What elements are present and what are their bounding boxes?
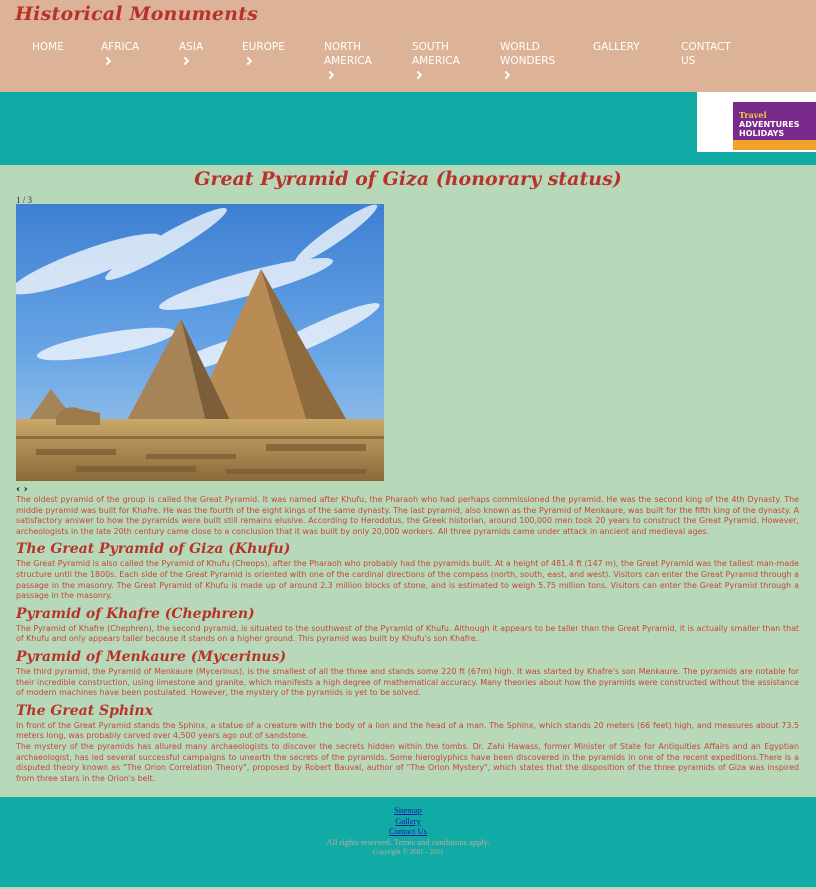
footer-link-gallery[interactable]: Gallery <box>0 816 816 827</box>
nav-item-gallery[interactable]: GALLERY <box>593 40 640 54</box>
footer-link-sitemap[interactable]: Sitemap <box>0 805 816 816</box>
nav-item-label: GALLERY <box>593 41 640 53</box>
nav-item-label: CONTACT US <box>681 41 731 67</box>
section-heading-menkaure: Pyramid of Menkaure (Mycerinus) <box>16 648 287 665</box>
nav-item-label: AFRICA <box>101 41 140 53</box>
travel-ad-banner[interactable]: Travel ADVENTURES HOLIDAYS <box>697 92 816 152</box>
section-paragraph: The third pyramid, the Pyramid of Menkau… <box>16 666 799 698</box>
nav-item-south-america[interactable]: SOUTH AMERICA <box>412 40 474 80</box>
site-footer: Sitemap Gallery Contact Us All rights re… <box>0 797 816 887</box>
ad-line: ADVENTURES <box>739 120 800 129</box>
chevron-right-icon <box>501 70 511 80</box>
article-content: The oldest pyramid of the group is calle… <box>16 495 799 784</box>
slide-next-button[interactable]: › <box>24 484 28 495</box>
chevron-right-icon <box>102 56 112 66</box>
nav-item-contact-us[interactable]: CONTACT US <box>681 40 741 68</box>
pyramids-slide-image <box>16 204 384 481</box>
nav-item-asia[interactable]: ASIA <box>179 40 204 66</box>
slide-prev-button[interactable]: ‹ <box>16 484 20 495</box>
nav-item-label: ASIA <box>179 41 204 53</box>
nav-item-home[interactable]: HOME <box>32 40 64 54</box>
ad-stripe <box>733 140 816 150</box>
chevron-right-icon <box>180 56 190 66</box>
nav-item-north-america[interactable]: NORTH AMERICA <box>324 40 386 80</box>
section-heading-khufu: The Great Pyramid of Giza (Khufu) <box>16 541 291 558</box>
chevron-right-icon <box>413 70 423 80</box>
nav-item-label: WORLD WONDERS <box>500 41 556 67</box>
chevron-right-icon <box>325 70 335 80</box>
site-header: Historical Monuments HOME AFRICA ASIA EU… <box>0 0 816 92</box>
section-heading-sphinx: The Great Sphinx <box>16 702 153 719</box>
section-paragraph: The mystery of the pyramids has allured … <box>16 741 799 783</box>
nav-item-europe[interactable]: EUROPE <box>242 40 285 66</box>
slide-controls: ‹ › <box>16 484 28 495</box>
ad-graphic: Travel ADVENTURES HOLIDAYS <box>733 102 816 150</box>
section-heading-khafre: Pyramid of Khafre (Chephren) <box>16 605 255 622</box>
nav-item-label: HOME <box>32 41 64 53</box>
ad-line: HOLIDAYS <box>739 129 785 138</box>
section-paragraph: The Pyramid of Khafre (Chephren), the se… <box>16 623 799 644</box>
nav-item-label: SOUTH AMERICA <box>412 41 460 67</box>
chevron-right-icon <box>243 56 253 66</box>
footer-copyright: Copyright © 2001 - 2021 <box>372 848 444 856</box>
footer-link-contact-us[interactable]: Contact Us <box>0 826 816 837</box>
intro-paragraph: The oldest pyramid of the group is calle… <box>16 495 799 536</box>
nav-item-world-wonders[interactable]: WORLD WONDERS <box>500 40 564 80</box>
nav-item-africa[interactable]: AFRICA <box>101 40 140 66</box>
site-title[interactable]: Historical Monuments <box>15 3 258 25</box>
section-paragraph: In front of the Great Pyramid stands the… <box>16 720 799 741</box>
pyramids-photo <box>16 204 384 481</box>
main-nav: HOME AFRICA ASIA EUROPE NORTH AMERICA SO… <box>0 40 816 90</box>
ad-line: Travel <box>739 110 767 120</box>
page-title: Great Pyramid of Giza (honorary status) <box>194 168 622 190</box>
footer-rights: All rights reserved. Terms and condition… <box>326 836 490 847</box>
nav-item-label: NORTH AMERICA <box>324 41 372 67</box>
section-paragraph: The Great Pyramid is also called the Pyr… <box>16 559 799 601</box>
banner-band <box>0 92 816 165</box>
nav-item-label: EUROPE <box>242 41 285 53</box>
